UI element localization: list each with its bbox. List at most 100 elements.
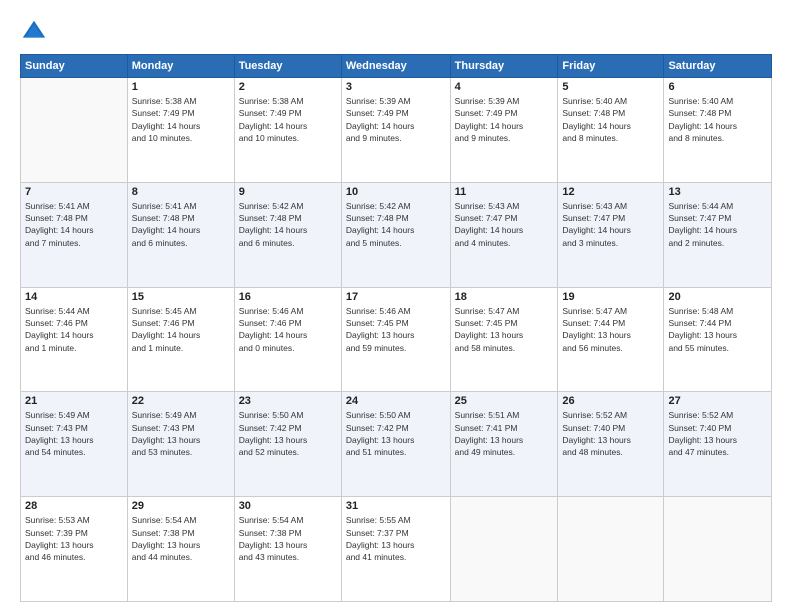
day-number: 20 <box>668 291 767 303</box>
day-number: 15 <box>132 291 230 303</box>
calendar-cell: 20Sunrise: 5:48 AM Sunset: 7:44 PM Dayli… <box>664 287 772 392</box>
calendar-cell: 27 Sunrise: 5:52 AM Sunset: 7:40 PM Dayli… <box>664 392 772 497</box>
calendar-cell: 13Sunrise: 5:44 AM Sunset: 7:47 PM Dayli… <box>664 182 772 287</box>
weekday-header-thursday: Thursday <box>450 55 558 78</box>
day-number: 19 <box>562 291 659 303</box>
logo <box>20 18 52 46</box>
day-number: 22 <box>132 395 230 407</box>
header <box>20 18 772 46</box>
day-number: 7 <box>25 186 123 198</box>
day-info: Sunrise: 5:39 AM Sunset: 7:49 PM Dayligh… <box>455 95 554 144</box>
day-info: Sunrise: 5:38 AM Sunset: 7:49 PM Dayligh… <box>239 95 337 144</box>
day-info: Sunrise: 5:50 AM Sunset: 7:42 PM Dayligh… <box>239 409 337 458</box>
day-info: Sunrise: 5:41 AM Sunset: 7:48 PM Dayligh… <box>132 200 230 249</box>
day-info: Sunrise: 5:40 AM Sunset: 7:48 PM Dayligh… <box>562 95 659 144</box>
calendar-cell: 6 Sunrise: 5:40 AM Sunset: 7:48 PM Daylig… <box>664 78 772 183</box>
calendar-cell: 5 Sunrise: 5:40 AM Sunset: 7:48 PM Daylig… <box>558 78 664 183</box>
calendar-cell: 9 Sunrise: 5:42 AM Sunset: 7:48 PM Daylig… <box>234 182 341 287</box>
calendar-week-row: 28 Sunrise: 5:53 AM Sunset: 7:39 PM Dayli… <box>21 497 772 602</box>
weekday-header-sunday: Sunday <box>21 55 128 78</box>
day-info: Sunrise: 5:54 AM Sunset: 7:38 PM Dayligh… <box>132 514 230 563</box>
calendar-week-row: 14Sunrise: 5:44 AM Sunset: 7:46 PM Dayli… <box>21 287 772 392</box>
calendar-cell: 14Sunrise: 5:44 AM Sunset: 7:46 PM Dayli… <box>21 287 128 392</box>
day-number: 8 <box>132 186 230 198</box>
day-number: 2 <box>239 81 337 93</box>
day-number: 18 <box>455 291 554 303</box>
day-number: 31 <box>346 500 446 512</box>
page: SundayMondayTuesdayWednesdayThursdayFrid… <box>0 0 792 612</box>
day-info: Sunrise: 5:49 AM Sunset: 7:43 PM Dayligh… <box>25 409 123 458</box>
day-number: 12 <box>562 186 659 198</box>
day-number: 26 <box>562 395 659 407</box>
day-number: 10 <box>346 186 446 198</box>
calendar-cell: 25Sunrise: 5:51 AM Sunset: 7:41 PM Dayli… <box>450 392 558 497</box>
day-info: Sunrise: 5:47 AM Sunset: 7:45 PM Dayligh… <box>455 305 554 354</box>
day-info: Sunrise: 5:39 AM Sunset: 7:49 PM Dayligh… <box>346 95 446 144</box>
calendar-cell: 4 Sunrise: 5:39 AM Sunset: 7:49 PM Daylig… <box>450 78 558 183</box>
day-number: 9 <box>239 186 337 198</box>
calendar-week-row: 7 Sunrise: 5:41 AM Sunset: 7:48 PM Daylig… <box>21 182 772 287</box>
calendar-cell: 29 Sunrise: 5:54 AM Sunset: 7:38 PM Dayli… <box>127 497 234 602</box>
calendar-cell: 2 Sunrise: 5:38 AM Sunset: 7:49 PM Daylig… <box>234 78 341 183</box>
day-info: Sunrise: 5:44 AM Sunset: 7:46 PM Dayligh… <box>25 305 123 354</box>
calendar-week-row: 1 Sunrise: 5:38 AM Sunset: 7:49 PM Daylig… <box>21 78 772 183</box>
calendar-cell <box>21 78 128 183</box>
day-info: Sunrise: 5:41 AM Sunset: 7:48 PM Dayligh… <box>25 200 123 249</box>
day-info: Sunrise: 5:53 AM Sunset: 7:39 PM Dayligh… <box>25 514 123 563</box>
calendar-cell: 15 Sunrise: 5:45 AM Sunset: 7:46 PM Dayli… <box>127 287 234 392</box>
day-info: Sunrise: 5:38 AM Sunset: 7:49 PM Dayligh… <box>132 95 230 144</box>
calendar-week-row: 21 Sunrise: 5:49 AM Sunset: 7:43 PM Dayli… <box>21 392 772 497</box>
day-number: 3 <box>346 81 446 93</box>
day-number: 1 <box>132 81 230 93</box>
calendar-cell: 21 Sunrise: 5:49 AM Sunset: 7:43 PM Dayli… <box>21 392 128 497</box>
day-number: 30 <box>239 500 337 512</box>
day-info: Sunrise: 5:42 AM Sunset: 7:48 PM Dayligh… <box>346 200 446 249</box>
calendar-cell: 30 Sunrise: 5:54 AM Sunset: 7:38 PM Dayli… <box>234 497 341 602</box>
calendar-cell: 23 Sunrise: 5:50 AM Sunset: 7:42 PM Dayli… <box>234 392 341 497</box>
day-info: Sunrise: 5:40 AM Sunset: 7:48 PM Dayligh… <box>668 95 767 144</box>
weekday-header-saturday: Saturday <box>664 55 772 78</box>
day-number: 23 <box>239 395 337 407</box>
day-info: Sunrise: 5:49 AM Sunset: 7:43 PM Dayligh… <box>132 409 230 458</box>
weekday-header-friday: Friday <box>558 55 664 78</box>
day-info: Sunrise: 5:42 AM Sunset: 7:48 PM Dayligh… <box>239 200 337 249</box>
day-number: 24 <box>346 395 446 407</box>
calendar-cell: 31Sunrise: 5:55 AM Sunset: 7:37 PM Dayli… <box>341 497 450 602</box>
calendar-cell: 22 Sunrise: 5:49 AM Sunset: 7:43 PM Dayli… <box>127 392 234 497</box>
day-info: Sunrise: 5:51 AM Sunset: 7:41 PM Dayligh… <box>455 409 554 458</box>
day-info: Sunrise: 5:46 AM Sunset: 7:45 PM Dayligh… <box>346 305 446 354</box>
calendar-cell: 24 Sunrise: 5:50 AM Sunset: 7:42 PM Dayli… <box>341 392 450 497</box>
calendar-cell: 10 Sunrise: 5:42 AM Sunset: 7:48 PM Dayli… <box>341 182 450 287</box>
calendar-cell: 26 Sunrise: 5:52 AM Sunset: 7:40 PM Dayli… <box>558 392 664 497</box>
calendar-cell: 28 Sunrise: 5:53 AM Sunset: 7:39 PM Dayli… <box>21 497 128 602</box>
calendar-cell: 3 Sunrise: 5:39 AM Sunset: 7:49 PM Daylig… <box>341 78 450 183</box>
calendar-cell: 16 Sunrise: 5:46 AM Sunset: 7:46 PM Dayli… <box>234 287 341 392</box>
calendar-cell: 18 Sunrise: 5:47 AM Sunset: 7:45 PM Dayli… <box>450 287 558 392</box>
day-number: 5 <box>562 81 659 93</box>
day-info: Sunrise: 5:46 AM Sunset: 7:46 PM Dayligh… <box>239 305 337 354</box>
day-number: 6 <box>668 81 767 93</box>
weekday-header-monday: Monday <box>127 55 234 78</box>
day-info: Sunrise: 5:47 AM Sunset: 7:44 PM Dayligh… <box>562 305 659 354</box>
day-info: Sunrise: 5:52 AM Sunset: 7:40 PM Dayligh… <box>668 409 767 458</box>
day-number: 29 <box>132 500 230 512</box>
day-number: 17 <box>346 291 446 303</box>
day-number: 11 <box>455 186 554 198</box>
day-info: Sunrise: 5:43 AM Sunset: 7:47 PM Dayligh… <box>455 200 554 249</box>
day-number: 4 <box>455 81 554 93</box>
day-number: 28 <box>25 500 123 512</box>
day-number: 16 <box>239 291 337 303</box>
calendar-cell: 12 Sunrise: 5:43 AM Sunset: 7:47 PM Dayli… <box>558 182 664 287</box>
calendar-cell: 11 Sunrise: 5:43 AM Sunset: 7:47 PM Dayli… <box>450 182 558 287</box>
day-number: 21 <box>25 395 123 407</box>
day-info: Sunrise: 5:54 AM Sunset: 7:38 PM Dayligh… <box>239 514 337 563</box>
calendar-cell: 17 Sunrise: 5:46 AM Sunset: 7:45 PM Dayli… <box>341 287 450 392</box>
calendar-cell <box>664 497 772 602</box>
day-info: Sunrise: 5:52 AM Sunset: 7:40 PM Dayligh… <box>562 409 659 458</box>
day-info: Sunrise: 5:50 AM Sunset: 7:42 PM Dayligh… <box>346 409 446 458</box>
day-number: 27 <box>668 395 767 407</box>
day-info: Sunrise: 5:43 AM Sunset: 7:47 PM Dayligh… <box>562 200 659 249</box>
day-info: Sunrise: 5:45 AM Sunset: 7:46 PM Dayligh… <box>132 305 230 354</box>
weekday-header-row: SundayMondayTuesdayWednesdayThursdayFrid… <box>21 55 772 78</box>
day-info: Sunrise: 5:44 AM Sunset: 7:47 PM Dayligh… <box>668 200 767 249</box>
